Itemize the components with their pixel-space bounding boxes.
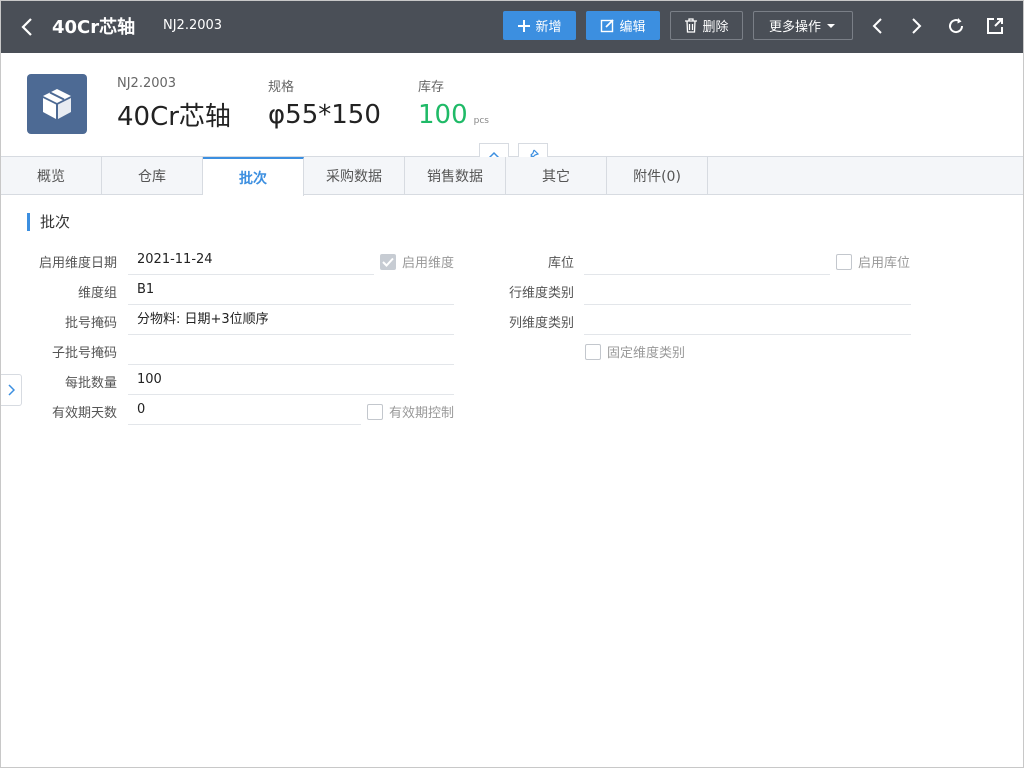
enable-date-field[interactable]: 2021-11-24 [128,245,374,275]
checkbox-empty-icon [367,403,383,420]
tab-other[interactable]: 其它 [506,157,607,195]
stock-label: 库存 [418,80,445,95]
edit-icon [601,19,615,33]
new-button-label: 新增 [535,20,562,35]
plus-icon [518,19,531,32]
stock-block: 库存 100 pcs [418,76,489,130]
more-actions-dropdown[interactable]: 更多操作 [753,11,853,40]
fixed-dimension-label: 固定维度类别 [607,346,686,361]
sub-batch-mask-label: 子批号掩码 [51,346,117,361]
product-header: NJ2.2003 40Cr芯轴 规格 φ55*150 库存 100 pcs [1,53,1023,165]
header-product-name: 40Cr芯轴 [117,102,231,132]
stock-value-row: 100 pcs [418,100,489,130]
enable-location-label: 启用库位 [858,256,911,271]
location-field[interactable] [584,245,830,275]
per-batch-qty-field[interactable]: 100 [128,365,454,395]
location-label: 库位 [547,256,574,271]
fixed-dimension-checkbox[interactable]: 固定维度类别 [585,342,685,361]
validity-days-field[interactable]: 0 [128,395,361,425]
checkbox-checked-icon [380,253,396,270]
validity-days-label: 有效期天数 [51,406,117,421]
header-code: NJ2.2003 [117,76,177,91]
next-icon[interactable] [903,13,929,39]
trash-icon [685,18,698,33]
enable-dimension-label: 启用维度 [402,256,455,271]
top-bar: 40Cr芯轴 NJ2.2003 新增 编辑 删除 更多操作 [1,1,1023,53]
enable-dimension-checkbox[interactable]: 启用维度 [380,252,454,271]
checkbox-empty-icon [585,343,601,360]
stock-value: 100 [418,100,468,130]
delete-button-label: 删除 [702,20,729,35]
open-external-icon[interactable] [982,13,1008,39]
dimension-group-label: 维度组 [77,286,117,301]
product-box-icon [27,74,87,134]
tab-overview[interactable]: 概览 [1,157,102,195]
column-dimension-label: 列维度类别 [508,316,574,331]
page-title: 40Cr芯轴 [52,17,136,38]
edit-button[interactable]: 编辑 [586,11,660,40]
per-batch-qty-label: 每批数量 [64,376,117,391]
enable-location-checkbox[interactable]: 启用库位 [836,252,910,271]
enable-date-label: 启用维度日期 [38,256,117,271]
spec-block: 规格 φ55*150 [268,76,381,130]
tab-purchase-data[interactable]: 采购数据 [304,157,405,195]
previous-icon[interactable] [865,13,891,39]
caret-down-icon [827,23,835,28]
more-actions-label: 更多操作 [768,20,821,35]
item-code: NJ2.2003 [163,18,223,33]
sub-batch-mask-field[interactable] [128,335,454,365]
chevron-right-icon [8,384,15,396]
dimension-group-field[interactable]: B1 [128,275,454,305]
tab-sales-data[interactable]: 销售数据 [405,157,506,195]
tab-warehouse[interactable]: 仓库 [102,157,203,195]
batch-mask-field[interactable]: 分物料: 日期+3位顺序 [128,305,454,335]
tab-batch[interactable]: 批次 [203,157,304,196]
page: 40Cr芯轴 NJ2.2003 新增 编辑 删除 更多操作 NJ2.2003 4… [0,0,1024,768]
row-dimension-label: 行维度类别 [508,286,574,301]
code-name-block: NJ2.2003 40Cr芯轴 [117,76,231,133]
side-panel-toggle[interactable] [1,374,22,406]
spec-value: φ55*150 [268,100,381,130]
section-title: 批次 [27,213,70,231]
row-dimension-field[interactable] [584,275,911,305]
back-icon[interactable] [15,14,39,40]
validity-control-checkbox[interactable]: 有效期控制 [367,402,454,421]
edit-button-label: 编辑 [619,20,646,35]
checkbox-empty-icon [836,253,852,270]
validity-control-label: 有效期控制 [389,406,455,421]
refresh-icon[interactable] [943,13,969,39]
column-dimension-field[interactable] [584,305,911,335]
tab-attachments[interactable]: 附件(0) [607,157,708,195]
spec-label: 规格 [268,80,295,95]
batch-mask-label: 批号掩码 [64,316,117,331]
new-button[interactable]: 新增 [503,11,576,40]
delete-button[interactable]: 删除 [670,11,743,40]
stock-unit: pcs [473,116,489,126]
tab-bar: 概览 仓库 批次 采购数据 销售数据 其它 附件(0) [1,157,1023,196]
